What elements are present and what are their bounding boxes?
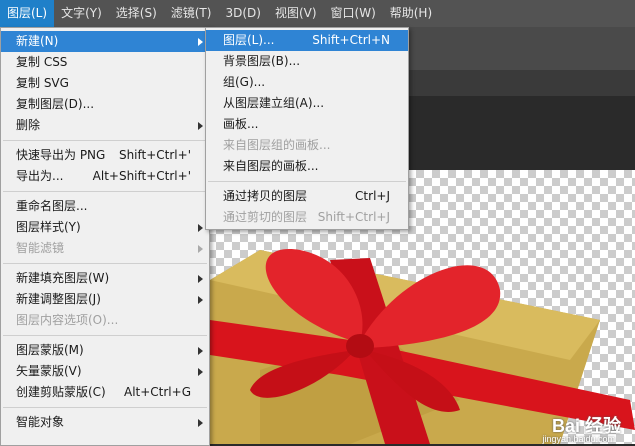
menu-type[interactable]: 文字(Y) (54, 0, 109, 27)
menu-item-new-label: 新建(N) (16, 34, 59, 48)
menu-item-duplicate-layer[interactable]: 复制图层(D)... (1, 94, 209, 115)
submenu-item-group[interactable]: 组(G)... (206, 72, 408, 93)
submenu-item-layer-via-cut-label: 通过剪切的图层 (223, 210, 308, 224)
menu-separator (3, 263, 207, 264)
menu-layer[interactable]: 图层(L) (0, 0, 55, 27)
menu-separator (3, 407, 207, 408)
new-submenu: 图层(L)... Shift+Ctrl+N 背景图层(B)... 组(G)...… (205, 27, 409, 230)
menu-item-export-as-shortcut: Alt+Shift+Ctrl+' (92, 169, 191, 183)
menu-item-quick-export-label: 快速导出为 PNG (16, 148, 106, 162)
menu-item-create-clipping-mask[interactable]: 创建剪贴蒙版(C) Alt+Ctrl+G (1, 382, 209, 403)
submenu-item-layer-via-cut[interactable]: 通过剪切的图层 Shift+Ctrl+J (206, 207, 408, 228)
submenu-item-artboard-from-group-label: 来自图层组的画板... (223, 138, 331, 152)
submenu-arrow-icon (198, 347, 203, 355)
menu-item-quick-export[interactable]: 快速导出为 PNG Shift+Ctrl+' (1, 145, 209, 166)
submenu-arrow-icon (198, 245, 203, 253)
menu-help[interactable]: 帮助(H) (383, 0, 439, 27)
menu-item-smart-filter-label: 智能滤镜 (16, 241, 65, 255)
submenu-item-group-from-layers-label: 从图层建立组(A)... (223, 96, 325, 110)
menu-filter[interactable]: 滤镜(T) (164, 0, 219, 27)
menu-item-layer-mask[interactable]: 图层蒙版(M) (1, 340, 209, 361)
menu-separator (208, 181, 406, 182)
menu-item-quick-export-shortcut: Shift+Ctrl+' (118, 148, 191, 162)
watermark-url: jingyan.baidu.com (542, 434, 615, 444)
menu-item-export-as-label: 导出为... (16, 169, 64, 183)
submenu-arrow-icon (198, 38, 203, 46)
menu-item-export-as[interactable]: 导出为... Alt+Shift+Ctrl+' (1, 166, 209, 187)
menu-item-delete[interactable]: 删除 (1, 115, 209, 136)
menu-item-rename-layer[interactable]: 重命名图层... (1, 196, 209, 217)
menu-item-delete-label: 删除 (16, 118, 41, 132)
menu-item-new-fill-layer[interactable]: 新建填充图层(W) (1, 268, 209, 289)
menu-item-layer-content-options[interactable]: 图层内容选项(O)... (1, 310, 209, 331)
submenu-arrow-icon (198, 296, 203, 304)
submenu-arrow-icon (198, 419, 203, 427)
submenu-item-artboard-from-layers[interactable]: 来自图层的画板... (206, 156, 408, 177)
menu-item-copy-css[interactable]: 复制 CSS (1, 52, 209, 73)
menu-item-layer-content-options-label: 图层内容选项(O)... (16, 313, 119, 327)
menu-item-vector-mask-label: 矢量蒙版(V) (16, 364, 82, 378)
menubar: 图层(L) 文字(Y) 选择(S) 滤镜(T) 3D(D) 视图(V) 窗口(W… (0, 0, 635, 27)
menu-item-rename-layer-label: 重命名图层... (16, 199, 88, 213)
menu-separator (3, 191, 207, 192)
menu-item-smart-objects[interactable]: 智能对象 (1, 412, 209, 433)
submenu-arrow-icon (198, 224, 203, 232)
submenu-arrow-icon (198, 122, 203, 130)
menu-item-new[interactable]: 新建(N) (1, 31, 209, 52)
menu-window[interactable]: 窗口(W) (324, 0, 383, 27)
menu-item-copy-svg[interactable]: 复制 SVG (1, 73, 209, 94)
menu-item-vector-mask[interactable]: 矢量蒙版(V) (1, 361, 209, 382)
submenu-item-layer-label: 图层(L)... (223, 33, 275, 47)
menu-item-create-clipping-mask-label: 创建剪贴蒙版(C) (16, 385, 106, 399)
menu-view[interactable]: 视图(V) (268, 0, 324, 27)
submenu-arrow-icon (198, 368, 203, 376)
menu-item-new-fill-layer-label: 新建填充图层(W) (16, 271, 110, 285)
submenu-item-layer-via-cut-shortcut: Shift+Ctrl+J (317, 210, 390, 224)
submenu-item-background-layer[interactable]: 背景图层(B)... (206, 51, 408, 72)
submenu-item-background-layer-label: 背景图层(B)... (223, 54, 301, 68)
submenu-item-layer[interactable]: 图层(L)... Shift+Ctrl+N (206, 30, 408, 51)
menu-select[interactable]: 选择(S) (109, 0, 164, 27)
layer-menu: 新建(N) 复制 CSS 复制 SVG 复制图层(D)... 删除 快速导出为 … (0, 27, 210, 446)
menu-item-copy-css-label: 复制 CSS (16, 55, 68, 69)
submenu-item-layer-shortcut: Shift+Ctrl+N (312, 33, 390, 47)
menu-separator (3, 335, 207, 336)
menu-item-smart-filter[interactable]: 智能滤镜 (1, 238, 209, 259)
submenu-item-artboard-from-group[interactable]: 来自图层组的画板... (206, 135, 408, 156)
menu-item-new-adjustment-layer[interactable]: 新建调整图层(J) (1, 289, 209, 310)
submenu-item-artboard[interactable]: 画板... (206, 114, 408, 135)
menu-3d[interactable]: 3D(D) (218, 0, 267, 27)
submenu-item-layer-via-copy[interactable]: 通过拷贝的图层 Ctrl+J (206, 186, 408, 207)
menu-item-layer-mask-label: 图层蒙版(M) (16, 343, 84, 357)
submenu-item-layer-via-copy-label: 通过拷贝的图层 (223, 189, 308, 203)
submenu-arrow-icon (198, 275, 203, 283)
menu-item-duplicate-layer-label: 复制图层(D)... (16, 97, 95, 111)
submenu-item-group-label: 组(G)... (223, 75, 266, 89)
submenu-item-group-from-layers[interactable]: 从图层建立组(A)... (206, 93, 408, 114)
menu-item-layer-style-label: 图层样式(Y) (16, 220, 81, 234)
menu-item-smart-objects-label: 智能对象 (16, 415, 65, 429)
submenu-item-artboard-from-layers-label: 来自图层的画板... (223, 159, 319, 173)
menu-item-create-clipping-mask-shortcut: Alt+Ctrl+G (123, 385, 191, 399)
menu-item-copy-svg-label: 复制 SVG (16, 76, 69, 90)
menu-item-layer-style[interactable]: 图层样式(Y) (1, 217, 209, 238)
submenu-item-layer-via-copy-shortcut: Ctrl+J (355, 189, 390, 203)
menu-separator (3, 140, 207, 141)
menu-item-new-adjustment-layer-label: 新建调整图层(J) (16, 292, 101, 306)
submenu-item-artboard-label: 画板... (223, 117, 259, 131)
